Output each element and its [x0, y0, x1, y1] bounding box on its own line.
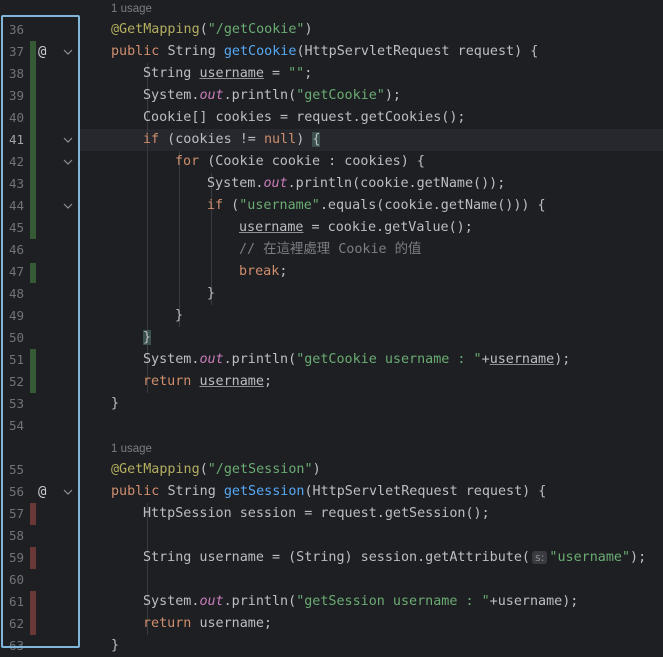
line-number: 55: [8, 462, 24, 477]
line-number: 63: [8, 638, 24, 653]
code-line: 57 HttpSession session = request.getSess…: [0, 503, 663, 525]
chevron-down-icon[interactable]: [63, 41, 73, 63]
line-number: 59: [8, 550, 24, 565]
code-line: 56 @ public String getSession(HttpServle…: [0, 481, 663, 503]
chevron-down-icon[interactable]: [63, 129, 73, 151]
parameter-hint: s:: [531, 551, 548, 564]
chevron-down-icon[interactable]: [63, 481, 73, 503]
line-number: 60: [8, 572, 24, 587]
line-number: 39: [8, 88, 24, 103]
code-line: 58: [0, 525, 663, 547]
usage-hint[interactable]: 1 usage: [111, 0, 152, 20]
line-number: 62: [8, 616, 24, 631]
code-line: 52 return username;: [0, 371, 663, 393]
code-line: 44 if ("username".equals(cookie.getName(…: [0, 195, 663, 217]
code-line: 48 }: [0, 283, 663, 305]
line-number: 37: [8, 44, 24, 59]
line-number: 54: [8, 418, 24, 433]
line-number: 57: [8, 506, 24, 521]
code-line: 50 }: [0, 327, 663, 349]
line-number: 40: [8, 110, 24, 125]
code-line: 37 @ public String getCookie(HttpServlet…: [0, 41, 663, 63]
code-line: 43 System.out.println(cookie.getName());: [0, 173, 663, 195]
line-number: 41: [8, 132, 24, 147]
code-line: 53 }: [0, 393, 663, 415]
code-line: 61 System.out.println("getSession userna…: [0, 591, 663, 613]
vcs-changed-marker[interactable]: [30, 591, 36, 635]
code-line: 49 }: [0, 305, 663, 327]
line-number: 52: [8, 374, 24, 389]
code-line: 36 @GetMapping("/getCookie"): [0, 19, 663, 41]
line-number: 43: [8, 176, 24, 191]
vcs-changed-marker[interactable]: [30, 503, 36, 525]
line-number: 38: [8, 66, 24, 81]
line-number: 51: [8, 352, 24, 367]
line-number: 36: [8, 22, 24, 37]
line-number: 61: [8, 594, 24, 609]
vcs-added-marker[interactable]: [30, 263, 36, 283]
vcs-added-marker[interactable]: [30, 349, 36, 393]
code-line: 47 break;: [0, 261, 663, 283]
code-line: 38 String username = "";: [0, 63, 663, 85]
code-line: 39 System.out.println("getCookie");: [0, 85, 663, 107]
line-number: 46: [8, 242, 24, 257]
override-at-icon[interactable]: @: [38, 41, 46, 63]
code-line: 60: [0, 569, 663, 591]
line-number: 47: [8, 264, 24, 279]
code-text: @GetMapping("/getCookie"): [111, 22, 313, 37]
code-line: 55 @GetMapping("/getSession"): [0, 459, 663, 481]
line-number: 49: [8, 308, 24, 323]
code-line-current: 41 if (cookies != null) {: [0, 129, 663, 151]
vcs-added-marker[interactable]: [30, 41, 36, 239]
line-number: 58: [8, 528, 24, 543]
code-line: 62 return username;: [0, 613, 663, 635]
line-number: 44: [8, 198, 24, 213]
vcs-changed-marker[interactable]: [30, 547, 36, 569]
line-number: 50: [8, 330, 24, 345]
line-number: 42: [8, 154, 24, 169]
chevron-down-icon[interactable]: [63, 151, 73, 173]
code-line: 63 }: [0, 635, 663, 657]
code-line: 46 // 在這裡處理 Cookie 的值: [0, 239, 663, 261]
line-number: 48: [8, 286, 24, 301]
line-number: 53: [8, 396, 24, 411]
line-number: 56: [8, 484, 24, 499]
code-line: 54: [0, 415, 663, 437]
code-line: 45 username = cookie.getValue();: [0, 217, 663, 239]
line-number: 45: [8, 220, 24, 235]
code-line: 42 for (Cookie cookie : cookies) {: [0, 151, 663, 173]
code-line: 59 String username = (String) session.ge…: [0, 547, 663, 569]
usage-hint[interactable]: 1 usage: [111, 438, 152, 460]
code-line: 40 Cookie[] cookies = request.getCookies…: [0, 107, 663, 129]
chevron-down-icon[interactable]: [63, 195, 73, 217]
override-at-icon[interactable]: @: [38, 481, 46, 503]
code-line: 51 System.out.println("getCookie usernam…: [0, 349, 663, 371]
